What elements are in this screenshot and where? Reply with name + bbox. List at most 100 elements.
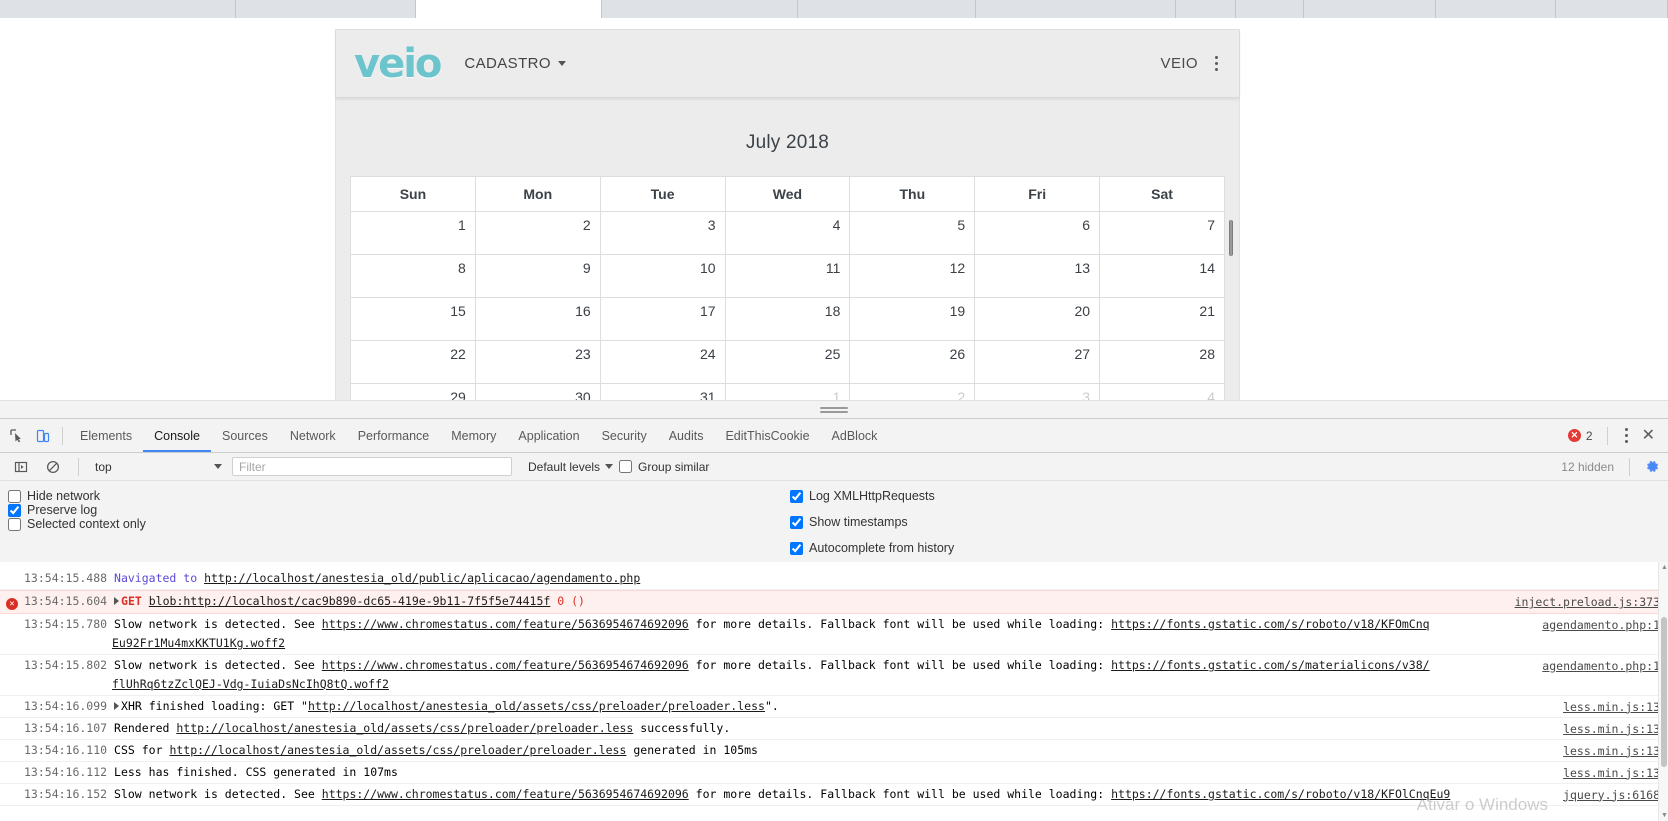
browser-tab[interactable]: [798, 0, 976, 18]
tab-sources[interactable]: Sources: [211, 419, 279, 452]
message-link[interactable]: http://localhost/anestesia_old/public/ap…: [204, 571, 640, 585]
nav-cadastro[interactable]: CADASTRO: [464, 55, 566, 72]
console-message-less-finished[interactable]: 13:54:16.112 Less has finished. CSS gene…: [0, 762, 1668, 784]
console-message-xhr[interactable]: 13:54:16.099 XHR finished loading: GET "…: [0, 696, 1668, 718]
tab-adblock[interactable]: AdBlock: [821, 419, 889, 452]
message-source-link[interactable]: jquery.js:6168: [1563, 786, 1660, 805]
calendar-day-cell[interactable]: 23: [474, 340, 601, 384]
message-link[interactable]: http://localhost/anestesia_old/assets/cs…: [308, 699, 765, 713]
message-source-link[interactable]: less.min.js:13: [1563, 764, 1660, 783]
message-source-link[interactable]: agendamento.php:1: [1542, 657, 1660, 676]
calendar-day-cell[interactable]: 21: [1099, 297, 1225, 341]
browser-tab[interactable]: [1176, 0, 1236, 18]
message-link-continued[interactable]: flUhRq6tzZclQEJ-Vdg-IuiaDsNcIhQ8tQ.woff2: [24, 675, 1518, 694]
hide-network-checkbox[interactable]: [8, 489, 21, 503]
kebab-menu-icon[interactable]: [1212, 53, 1221, 74]
browser-tab[interactable]: [1304, 0, 1436, 18]
preserve-log-checkbox[interactable]: [8, 503, 21, 517]
calendar-day-cell[interactable]: 11: [724, 254, 851, 298]
browser-tab[interactable]: [602, 0, 798, 18]
calendar-day-cell[interactable]: 26: [849, 340, 976, 384]
tab-memory[interactable]: Memory: [440, 419, 507, 452]
message-font-link[interactable]: https://fonts.gstatic.com/s/roboto/v18/K…: [1111, 787, 1450, 801]
tab-console[interactable]: Console: [143, 419, 211, 452]
message-source-link[interactable]: agendamento.php:1: [1542, 616, 1660, 635]
message-link-continued[interactable]: Eu92Fr1Mu4mxKKTU1Kg.woff2: [24, 634, 1518, 653]
calendar-day-cell[interactable]: 12: [849, 254, 976, 298]
expand-triangle-icon[interactable]: [114, 702, 120, 711]
devtools-splitter[interactable]: [0, 400, 1668, 418]
browser-tab[interactable]: [1236, 0, 1304, 18]
calendar-day-cell[interactable]: 2: [474, 211, 601, 255]
browser-tab-active[interactable]: [416, 0, 602, 18]
calendar-day-cell[interactable]: 16: [474, 297, 601, 341]
clear-console-icon[interactable]: [40, 454, 66, 480]
browser-tab[interactable]: [0, 0, 236, 18]
user-label[interactable]: VEIO: [1161, 55, 1198, 72]
calendar-day-cell[interactable]: 15: [350, 297, 476, 341]
calendar-day-cell[interactable]: 24: [599, 340, 726, 384]
calendar-day-cell[interactable]: 19: [849, 297, 976, 341]
log-xhr-checkbox[interactable]: [790, 489, 803, 503]
console-filter-input[interactable]: [232, 457, 512, 476]
message-link[interactable]: https://www.chromestatus.com/feature/563…: [322, 658, 689, 672]
message-link[interactable]: https://www.chromestatus.com/feature/563…: [322, 787, 689, 801]
message-font-link[interactable]: https://fonts.gstatic.com/s/roboto/v18/K…: [1111, 617, 1430, 631]
tab-network[interactable]: Network: [279, 419, 347, 452]
device-toolbar-icon[interactable]: [30, 423, 56, 449]
autocomplete-history-checkbox[interactable]: [790, 541, 803, 555]
close-icon[interactable]: ✕: [1639, 427, 1658, 444]
console-message-slow-network[interactable]: 13:54:15.802 Slow network is detected. S…: [0, 655, 1668, 696]
tab-performance[interactable]: Performance: [347, 419, 441, 452]
log-levels-select[interactable]: Default levels: [528, 460, 614, 474]
gear-icon[interactable]: [1645, 459, 1660, 474]
console-message-navigated[interactable]: 13:54:15.488 Navigated to http://localho…: [0, 568, 1668, 590]
tab-security[interactable]: Security: [591, 419, 658, 452]
execution-context-select[interactable]: top: [91, 457, 226, 477]
console-scrollbar[interactable]: ▲ ▼: [1658, 562, 1668, 821]
calendar-day-cell[interactable]: 20: [974, 297, 1101, 341]
message-link[interactable]: https://www.chromestatus.com/feature/563…: [322, 617, 689, 631]
console-message-list[interactable]: 13:54:15.488 Navigated to http://localho…: [0, 562, 1668, 821]
browser-tab[interactable]: [1436, 0, 1556, 18]
hide-network-row[interactable]: Hide network: [0, 489, 790, 503]
tab-application[interactable]: Application: [507, 419, 590, 452]
page-scrollbar[interactable]: [1229, 115, 1238, 413]
browser-tab[interactable]: [236, 0, 416, 18]
console-message-css-generated[interactable]: 13:54:16.110 CSS for http://localhost/an…: [0, 740, 1668, 762]
calendar-day-cell[interactable]: 3: [599, 211, 726, 255]
autocomplete-history-row[interactable]: Autocomplete from history: [790, 541, 1668, 555]
calendar-day-cell[interactable]: 5: [849, 211, 976, 255]
preserve-log-row[interactable]: Preserve log: [0, 503, 790, 517]
message-font-link[interactable]: https://fonts.gstatic.com/s/materialicon…: [1111, 658, 1430, 672]
calendar-day-cell[interactable]: 27: [974, 340, 1101, 384]
console-scrollbar-thumb[interactable]: [1661, 617, 1667, 767]
calendar-day-cell[interactable]: 18: [724, 297, 851, 341]
console-message-slow-network[interactable]: 13:54:16.152 Slow network is detected. S…: [0, 784, 1668, 806]
page-scrollbar-thumb[interactable]: [1229, 220, 1233, 256]
selected-context-only-checkbox[interactable]: [8, 517, 21, 531]
calendar-day-cell[interactable]: 17: [599, 297, 726, 341]
calendar-day-cell[interactable]: 13: [974, 254, 1101, 298]
veio-logo[interactable]: veio: [354, 44, 442, 84]
calendar-day-cell[interactable]: 4: [724, 211, 851, 255]
console-message-rendered[interactable]: 13:54:16.107 Rendered http://localhost/a…: [0, 718, 1668, 740]
calendar-day-cell[interactable]: 1: [350, 211, 476, 255]
message-source-link[interactable]: less.min.js:13: [1563, 720, 1660, 739]
message-link[interactable]: http://localhost/anestesia_old/assets/cs…: [176, 721, 633, 735]
calendar-day-cell[interactable]: 7: [1099, 211, 1225, 255]
devtools-kebab-menu-icon[interactable]: [1622, 425, 1631, 446]
calendar-day-cell[interactable]: 25: [724, 340, 851, 384]
calendar-day-cell[interactable]: 28: [1099, 340, 1225, 384]
expand-triangle-icon[interactable]: [114, 597, 120, 606]
console-message-slow-network[interactable]: 13:54:15.780 Slow network is detected. S…: [0, 614, 1668, 655]
show-timestamps-checkbox[interactable]: [790, 515, 803, 529]
console-message-error[interactable]: ✕ 13:54:15.604 GET blob:http://localhost…: [0, 589, 1668, 614]
message-source-link[interactable]: inject.preload.js:373: [1515, 593, 1660, 612]
scroll-down-icon[interactable]: ▼: [1661, 812, 1668, 819]
console-sidebar-icon[interactable]: [8, 454, 34, 480]
browser-tab[interactable]: [976, 0, 1176, 18]
message-source-link[interactable]: less.min.js:13: [1563, 742, 1660, 761]
calendar-day-cell[interactable]: 6: [974, 211, 1101, 255]
message-link[interactable]: http://localhost/anestesia_old/assets/cs…: [169, 743, 626, 757]
